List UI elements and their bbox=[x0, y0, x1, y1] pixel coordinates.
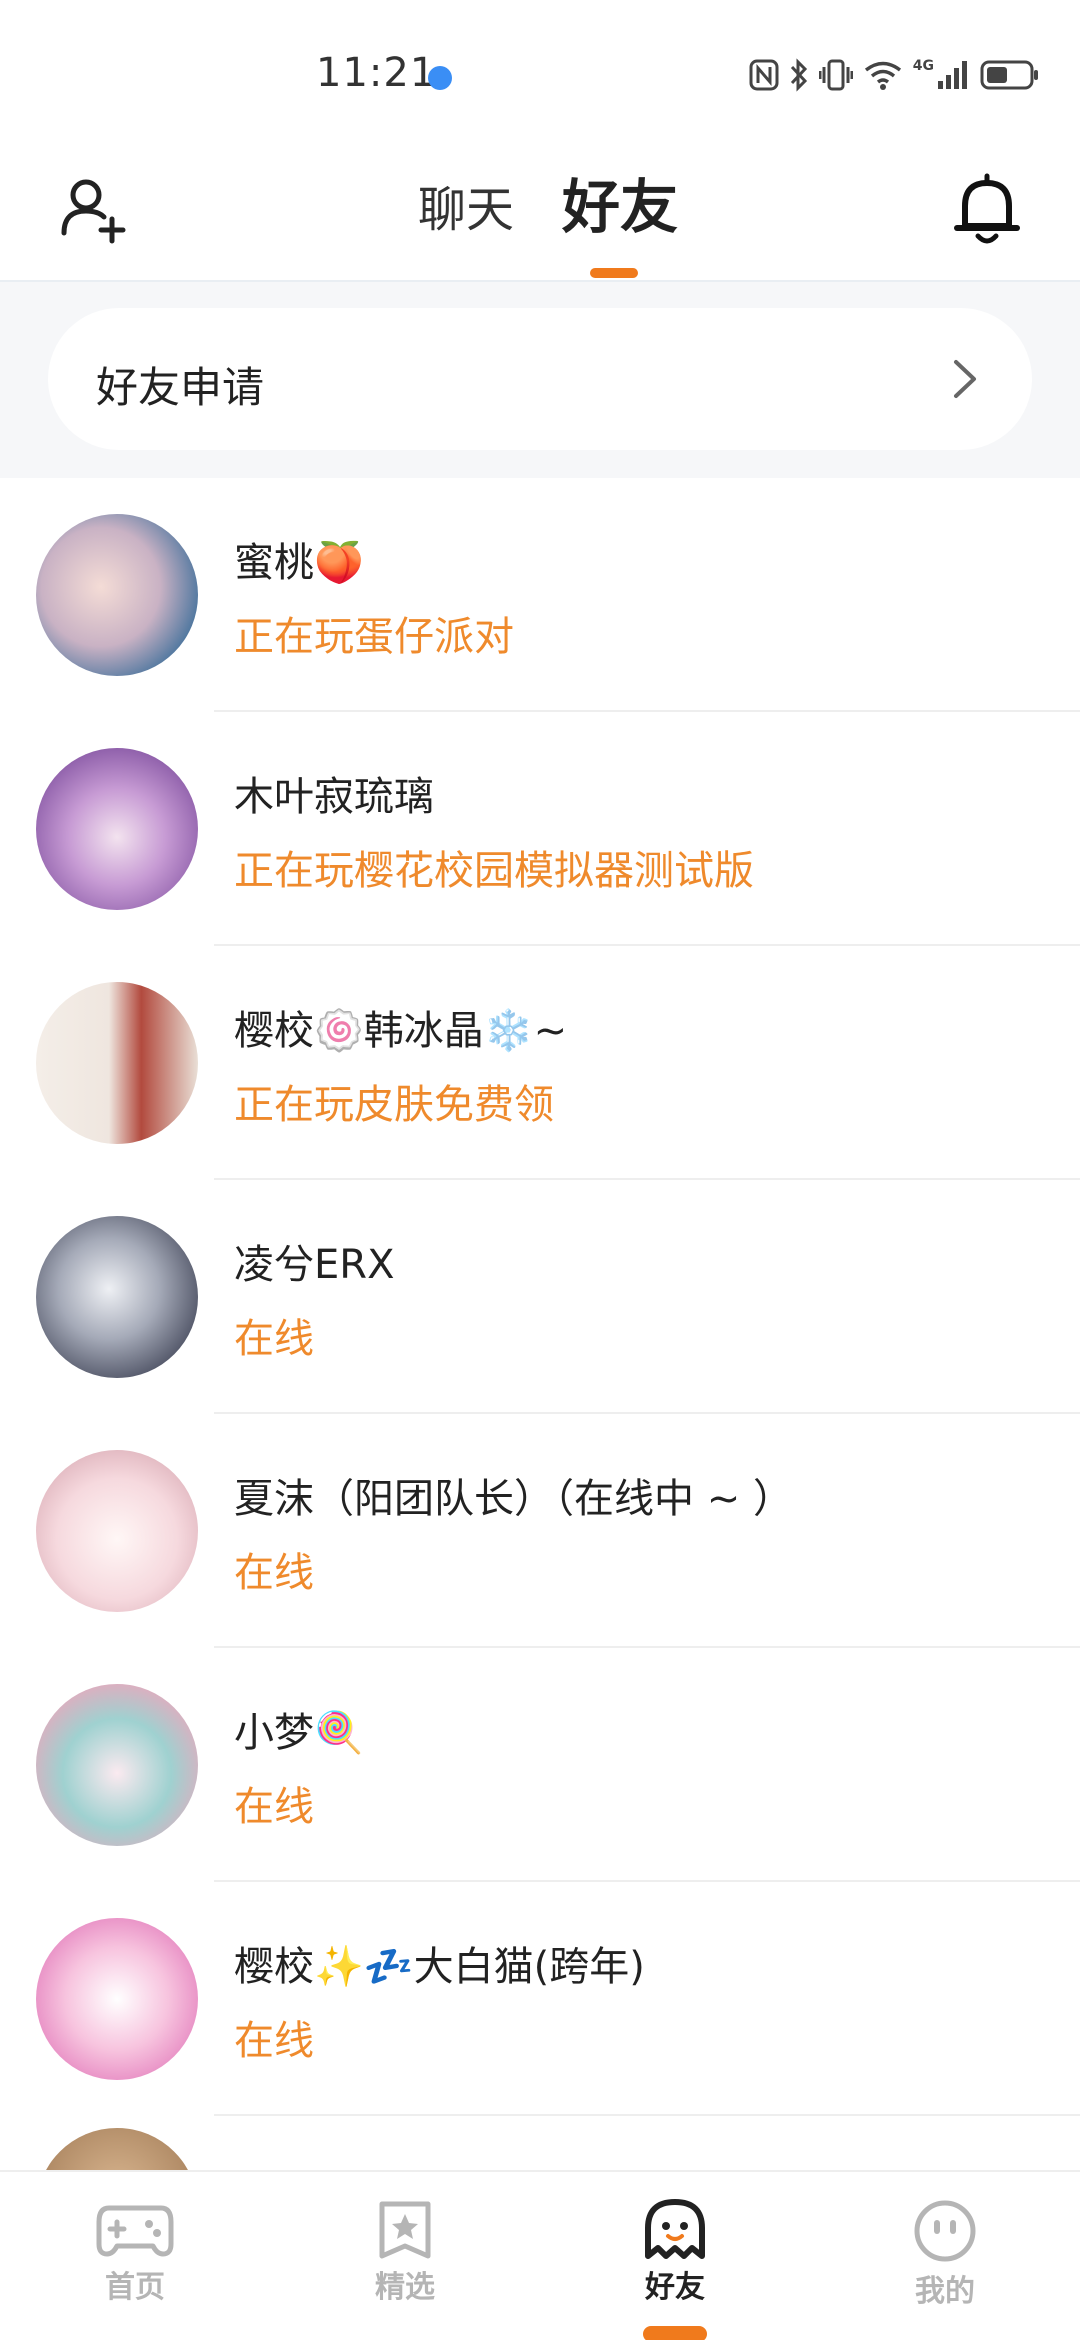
friend-name: 凌兮ERX bbox=[234, 1242, 395, 1288]
add-friend-icon bbox=[61, 179, 126, 244]
friend-list-item[interactable]: 凌兮ERX 在线 bbox=[0, 1180, 1080, 1414]
friend-list-item[interactable]: 小梦🍭 在线 bbox=[0, 1648, 1080, 1882]
status-time: 11:21 bbox=[316, 50, 437, 96]
tab-chat[interactable]: 聊天 bbox=[418, 170, 514, 240]
signal-icon bbox=[938, 61, 967, 89]
nfc-icon bbox=[749, 59, 779, 91]
add-friend-button[interactable] bbox=[60, 175, 130, 245]
battery-icon bbox=[980, 60, 1038, 90]
status-bar: 11:21 4G bbox=[0, 0, 1080, 150]
nav-label: 好友 bbox=[645, 2270, 705, 2305]
avatar bbox=[36, 748, 198, 910]
friend-status: 在线 bbox=[234, 1550, 314, 1596]
ghost-icon bbox=[645, 2199, 705, 2259]
avatar bbox=[36, 1216, 198, 1378]
friend-status: 正在玩蛋仔派对 bbox=[234, 614, 514, 660]
friend-request-label: 好友申请 bbox=[96, 363, 265, 412]
status-icons: 4G bbox=[749, 58, 1040, 92]
nav-home[interactable]: 首页 bbox=[35, 2198, 235, 2306]
friend-request-section: 好友申请 bbox=[0, 282, 1080, 478]
active-tab-indicator bbox=[590, 268, 638, 278]
smiley-icon bbox=[914, 2200, 976, 2262]
friend-status: 在线 bbox=[234, 1316, 314, 1362]
friend-list-item[interactable]: 蜜桃🍑 正在玩蛋仔派对 bbox=[0, 478, 1080, 712]
nav-profile[interactable]: 我的 bbox=[845, 2198, 1045, 2310]
avatar bbox=[36, 982, 198, 1144]
nav-friends[interactable]: 好友 bbox=[575, 2198, 775, 2340]
top-header: 聊天 好友 bbox=[0, 150, 1080, 282]
friend-name: 小梦🍭 bbox=[234, 1710, 364, 1756]
gamepad-icon bbox=[96, 2205, 174, 2257]
friend-name: 蜜桃🍑 bbox=[234, 540, 364, 586]
friend-list-item[interactable]: 樱校✨💤大白猫(跨年) 在线 bbox=[0, 1882, 1080, 2116]
friends-screen: 11:21 4G 聊天 好友 好友申请 蜜桃🍑 正在玩蛋仔派对 木叶寂琉璃 正在… bbox=[0, 0, 1080, 2340]
friend-name: 木叶寂琉璃 bbox=[234, 774, 434, 820]
location-dot-icon bbox=[428, 66, 452, 90]
avatar bbox=[36, 1684, 198, 1846]
nav-label: 精选 bbox=[375, 2270, 435, 2305]
friend-list-item[interactable]: 樱校🍥韩冰晶❄️~ 正在玩皮肤免费领 bbox=[0, 946, 1080, 1180]
bell-icon bbox=[954, 173, 1020, 244]
friend-status: 在线 bbox=[234, 2018, 314, 2064]
active-nav-indicator bbox=[643, 2326, 707, 2340]
avatar bbox=[36, 514, 198, 676]
friend-list-item[interactable]: 夏沫（阳团队长）（在线中 ~ ） 在线 bbox=[0, 1414, 1080, 1648]
nav-featured[interactable]: 精选 bbox=[305, 2198, 505, 2306]
friend-request-button[interactable]: 好友申请 bbox=[48, 308, 1032, 450]
friend-list: 蜜桃🍑 正在玩蛋仔派对 木叶寂琉璃 正在玩樱花校园模拟器测试版 樱校🍥韩冰晶❄️… bbox=[0, 478, 1080, 2290]
network-type: 4G bbox=[912, 58, 934, 74]
bluetooth-icon bbox=[790, 58, 807, 92]
chevron-right-icon bbox=[954, 360, 976, 398]
nav-label: 我的 bbox=[915, 2274, 975, 2309]
tab-friends[interactable]: 好友 bbox=[562, 160, 678, 244]
wifi-icon bbox=[864, 61, 901, 90]
friend-name: 樱校✨💤大白猫(跨年) bbox=[234, 1944, 645, 1990]
friend-name: 樱校🍥韩冰晶❄️~ bbox=[234, 1008, 568, 1054]
friend-status: 正在玩皮肤免费领 bbox=[234, 1082, 554, 1128]
friend-status: 在线 bbox=[234, 1784, 314, 1830]
notifications-button[interactable] bbox=[952, 170, 1022, 248]
nav-label: 首页 bbox=[105, 2270, 165, 2305]
friend-status: 正在玩樱花校园模拟器测试版 bbox=[234, 848, 754, 894]
avatar bbox=[36, 1450, 198, 1612]
friend-list-item[interactable]: 木叶寂琉璃 正在玩樱花校园模拟器测试版 bbox=[0, 712, 1080, 946]
avatar bbox=[36, 1918, 198, 2080]
star-bookmark-icon bbox=[379, 2201, 431, 2259]
friend-list-item-partial[interactable] bbox=[0, 2116, 1080, 2290]
friend-name: 夏沫（阳团队长）（在线中 ~ ） bbox=[234, 1476, 793, 1522]
vibrate-icon bbox=[818, 59, 853, 91]
bottom-navigation: 首页 精选 好友 我的 bbox=[0, 2170, 1080, 2340]
